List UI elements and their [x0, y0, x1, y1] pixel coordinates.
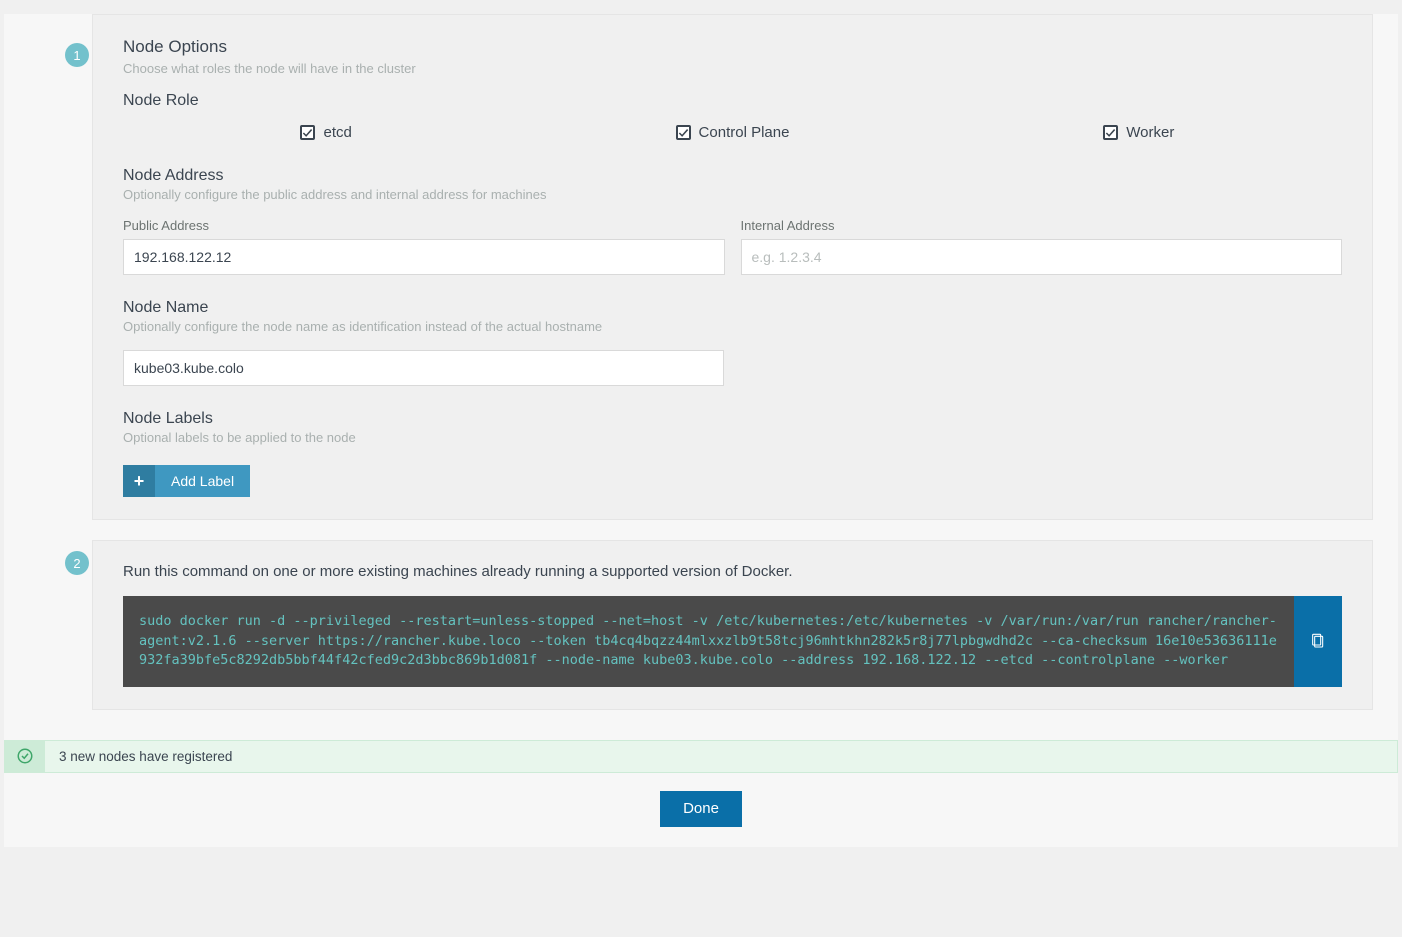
step-run-command: 2 Run this command on one or more existi…: [92, 540, 1373, 710]
checkbox-etcd[interactable]: [300, 125, 315, 140]
internal-address-label: Internal Address: [741, 218, 1343, 233]
role-worker-label: Worker: [1126, 124, 1174, 141]
node-address-heading: Node Address: [123, 167, 1342, 185]
node-name-subtitle: Optionally configure the node name as id…: [123, 319, 1342, 334]
node-labels-subtitle: Optional labels to be applied to the nod…: [123, 430, 1342, 445]
node-labels-heading: Node Labels: [123, 410, 1342, 428]
role-control-plane-label: Control Plane: [699, 124, 790, 141]
clipboard-icon: [1310, 633, 1326, 649]
checkbox-control-plane[interactable]: [676, 125, 691, 140]
add-label-button[interactable]: + Add Label: [123, 465, 250, 497]
node-options-title: Node Options: [123, 37, 1342, 57]
status-banner: 3 new nodes have registered: [4, 740, 1398, 773]
public-address-input[interactable]: [123, 239, 725, 275]
command-code[interactable]: sudo docker run -d --privileged --restar…: [123, 596, 1294, 687]
node-role-heading: Node Role: [123, 92, 1342, 110]
run-command-description: Run this command on one or more existing…: [123, 563, 1342, 580]
node-name-input[interactable]: [123, 350, 724, 386]
checkbox-worker[interactable]: [1103, 125, 1118, 140]
role-control-plane[interactable]: Control Plane: [529, 124, 935, 141]
check-icon: [302, 127, 313, 139]
node-name-heading: Node Name: [123, 299, 1342, 317]
role-worker[interactable]: Worker: [936, 124, 1342, 141]
step-badge-1: 1: [65, 43, 89, 67]
role-etcd[interactable]: etcd: [123, 124, 529, 141]
node-address-subtitle: Optionally configure the public address …: [123, 187, 1342, 202]
banner-message: 3 new nodes have registered: [45, 741, 246, 772]
add-label-text: Add Label: [155, 465, 250, 497]
node-options-subtitle: Choose what roles the node will have in …: [123, 61, 1342, 76]
public-address-label: Public Address: [123, 218, 725, 233]
step-node-options: 1 Node Options Choose what roles the nod…: [92, 14, 1373, 520]
plus-icon: +: [123, 465, 155, 497]
step-badge-2: 2: [65, 551, 89, 575]
success-icon: [5, 741, 45, 772]
check-icon: [678, 127, 689, 139]
done-button[interactable]: Done: [660, 791, 742, 827]
copy-button[interactable]: [1294, 596, 1342, 687]
role-etcd-label: etcd: [323, 124, 351, 141]
internal-address-input[interactable]: [741, 239, 1343, 275]
check-icon: [1105, 127, 1116, 139]
node-role-row: etcd Control Plane Worker: [123, 124, 1342, 141]
